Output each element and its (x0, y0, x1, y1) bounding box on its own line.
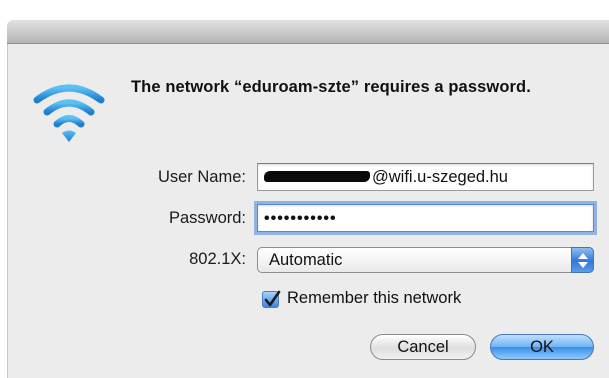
password-value: ••••••••••• (264, 210, 337, 227)
username-suffix: @wifi.u-szeged.hu (372, 168, 508, 186)
remember-checkbox[interactable] (262, 290, 281, 308)
username-field[interactable]: @wifi.u-szeged.hu (257, 163, 594, 191)
remember-label[interactable]: Remember this network (287, 289, 461, 308)
dialog-message: The network “eduroam-szte” requires a pa… (131, 78, 531, 96)
wifi-icon (33, 82, 105, 146)
security-label: 802.1X: (189, 250, 246, 268)
password-field[interactable]: ••••••••••• (257, 204, 594, 232)
password-label: Password: (168, 209, 246, 227)
dialog-window: The network “eduroam-szte” requires a pa… (0, 0, 609, 378)
checkmark-icon (264, 290, 281, 307)
username-label: User Name: (157, 168, 246, 186)
up-down-arrows-icon (578, 253, 588, 268)
security-select[interactable]: Automatic (257, 247, 594, 273)
title-bar[interactable] (7, 20, 609, 44)
security-selected-value: Automatic (269, 251, 343, 269)
redacted-username (264, 170, 370, 182)
select-stepper[interactable] (571, 247, 594, 273)
cancel-button[interactable]: Cancel (370, 334, 476, 360)
ok-button[interactable]: OK (490, 334, 594, 360)
